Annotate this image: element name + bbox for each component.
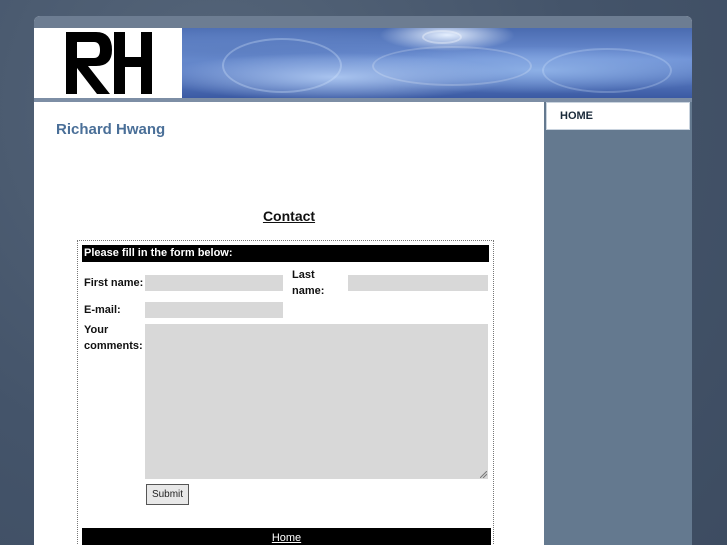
first-name-label: First name: xyxy=(84,277,144,289)
ripple-shape xyxy=(422,30,462,44)
comments-label: Your comments: xyxy=(84,324,143,352)
site-name: Richard Hwang xyxy=(56,121,166,138)
logo[interactable] xyxy=(34,28,182,98)
page-title: Contact xyxy=(262,208,316,224)
footer-home-link[interactable]: Home xyxy=(272,532,301,544)
ripple-shape xyxy=(222,38,342,93)
main-content: Richard Hwang Contact Please fill in the… xyxy=(34,102,544,545)
email-label: E-mail: xyxy=(84,304,121,316)
resize-grip-icon[interactable] xyxy=(480,471,487,478)
sidebar-item-home[interactable]: HOME xyxy=(546,102,690,130)
first-name-field[interactable] xyxy=(145,275,283,291)
header-banner xyxy=(34,28,692,98)
comments-textarea[interactable] xyxy=(145,324,488,479)
page-frame: Richard Hwang Contact Please fill in the… xyxy=(34,16,692,545)
form-header: Please fill in the form below: xyxy=(82,245,489,262)
last-name-field[interactable] xyxy=(348,275,488,291)
banner-water-image xyxy=(182,28,692,98)
sidebar: HOME xyxy=(544,102,692,545)
last-name-label: Last name: xyxy=(292,269,325,297)
form-footer-bar: Home xyxy=(82,528,491,545)
top-strip xyxy=(34,16,692,28)
ripple-shape xyxy=(542,48,672,93)
rh-logo-icon xyxy=(66,32,152,94)
email-field[interactable] xyxy=(145,302,283,318)
contact-form: Please fill in the form below: First nam… xyxy=(77,240,494,545)
submit-button[interactable]: Submit xyxy=(146,484,189,505)
ripple-shape xyxy=(372,46,532,86)
